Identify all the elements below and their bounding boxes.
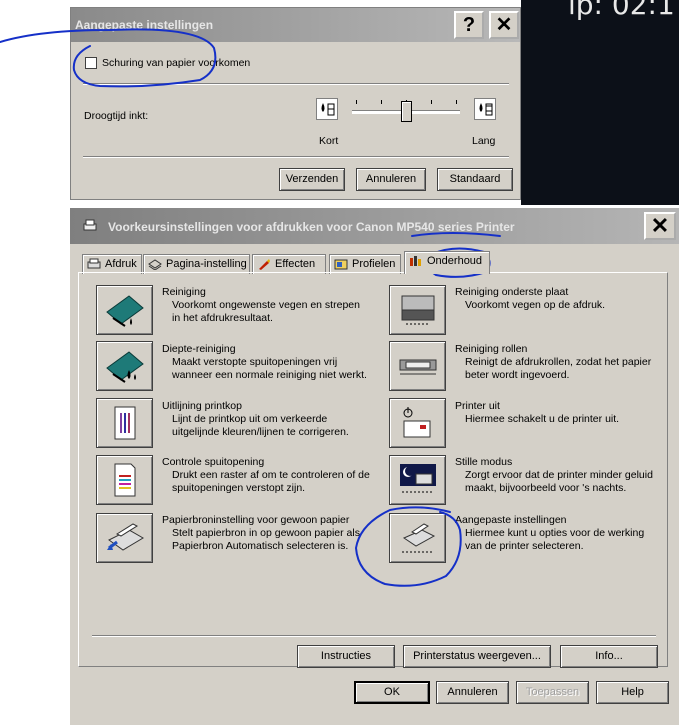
close-button[interactable]: ✕ — [644, 212, 676, 240]
alignment-desc-line2: uitgelijnde kleuren/lijnen te corrigeren… — [172, 426, 349, 438]
long-drying-icon — [474, 98, 496, 120]
cancel-button[interactable]: Annuleren — [436, 681, 509, 704]
cleaning-icon — [105, 295, 144, 327]
desktop-background — [521, 0, 679, 205]
alignment-desc-line1: Lijnt de printkop uit om verkeerde — [172, 413, 328, 425]
paper-source-desc-line1: Stelt papierbron in op gewoon papier als — [172, 527, 360, 539]
nozzle-check-desc-line2: spuitopeningen verstopt zijn. — [172, 482, 306, 494]
divider — [83, 83, 509, 85]
ink-drying-time-label: Droogtijd inkt: — [84, 110, 149, 122]
close-button[interactable]: ✕ — [489, 11, 519, 39]
tab-afdruk[interactable]: Afdruk — [82, 254, 142, 274]
slider-tick — [381, 100, 382, 104]
bottom-plate-cleaning-title: Reiniging onderste plaat — [455, 286, 569, 298]
drying-time-slider-thumb[interactable] — [401, 101, 412, 122]
maintenance-tab-icon — [409, 255, 423, 267]
bottom-plate-cleaning-desc-line1: Voorkomt vegen op de afdruk. — [465, 299, 606, 311]
divider — [83, 156, 509, 158]
quiet-mode-icon — [399, 464, 436, 493]
deep-cleaning-title: Diepte-reiniging — [162, 343, 236, 355]
quiet-mode-desc-line2: maakt, bijvoorbeeld voor 's nachts. — [465, 482, 627, 494]
print-head-alignment-button[interactable] — [96, 398, 153, 448]
roller-cleaning-title: Reiniging rollen — [455, 343, 528, 355]
roller-cleaning-desc-line1: Reinigt de afdrukrollen, zodat het papie… — [465, 356, 652, 368]
ok-button[interactable]: OK — [354, 681, 430, 704]
prevent-paper-abrasion-checkbox[interactable] — [85, 57, 97, 69]
default-button[interactable]: Standaard — [437, 168, 513, 191]
custom-settings-desc-line1: Hiermee kunt u opties voor de werking — [465, 527, 645, 539]
tab-effects[interactable]: Effecten — [252, 254, 326, 274]
quiet-mode-button[interactable] — [389, 455, 446, 505]
power-off-icon — [403, 407, 430, 438]
printing-preferences-title: Voorkeursinstellingen voor afdrukken voo… — [108, 220, 515, 234]
cleaning-title: Reiniging — [162, 286, 206, 298]
print-head-alignment-icon — [114, 406, 135, 440]
deep-cleaning-button[interactable] — [96, 341, 153, 391]
tab-label: Effecten — [275, 258, 316, 270]
power-off-desc-line1: Hiermee schakelt u de printer uit. — [465, 413, 620, 425]
slider-min-label: Kort — [319, 135, 339, 147]
custom-settings-title-bar: Aangepaste instellingen ? ✕ — [71, 8, 520, 42]
tab-maintenance[interactable]: Onderhoud — [404, 251, 490, 274]
slider-tick — [356, 100, 357, 104]
cleaning-desc-line2: in het afdrukresultaat. — [172, 312, 273, 324]
cleaning-desc-line1: Voorkomt ongewenste vegen en strepen — [172, 299, 360, 311]
help-button[interactable]: Help — [596, 681, 669, 704]
info-button[interactable]: Info... — [560, 645, 658, 668]
printer-icon — [82, 218, 98, 237]
nozzle-check-icon — [114, 463, 135, 497]
help-button[interactable]: ? — [454, 11, 484, 39]
nozzle-check-desc-line1: Drukt een raster af om te controleren of… — [172, 469, 370, 481]
roller-cleaning-desc-line2: beter wordt ingevoerd. — [465, 369, 570, 381]
power-off-title: Printer uit — [455, 400, 500, 412]
print-tab-icon — [87, 258, 101, 270]
slider-tick — [431, 100, 432, 104]
effects-tab-icon — [257, 258, 271, 271]
printer-status-button[interactable]: Printerstatus weergeven... — [403, 645, 551, 668]
power-off-button[interactable] — [389, 398, 446, 448]
quiet-mode-desc-line1: Zorgt ervoor dat de printer minder gelui… — [465, 469, 653, 481]
tab-label: Pagina-instelling — [166, 258, 247, 270]
page-setup-tab-icon — [148, 258, 162, 271]
divider — [92, 635, 656, 637]
paper-source-desc-line2: Papierbron Automatisch selecteren is. — [172, 540, 349, 552]
tab-page-setup[interactable]: Pagina-instelling — [143, 254, 250, 274]
roller-cleaning-button[interactable] — [389, 341, 446, 391]
bottom-plate-cleaning-button[interactable] — [389, 285, 446, 335]
quiet-mode-title: Stille modus — [455, 456, 513, 468]
alignment-title: Uitlijning printkop — [162, 400, 242, 412]
roller-cleaning-icon — [399, 359, 436, 375]
custom-settings-dialog: Aangepaste instellingen ? ✕ Schuring van… — [70, 7, 521, 200]
apply-button[interactable]: Toepassen — [516, 681, 589, 704]
profiles-tab-icon — [334, 258, 348, 270]
custom-settings-desc-line2: van de printer selecteren. — [465, 540, 584, 552]
deep-cleaning-icon — [105, 351, 144, 383]
tab-label: Onderhoud — [427, 255, 483, 267]
slider-tick — [456, 100, 457, 104]
custom-settings-button[interactable] — [389, 513, 446, 563]
nozzle-check-title: Controle spuitopening — [162, 456, 265, 468]
custom-settings-icon — [401, 523, 435, 553]
paper-source-button[interactable] — [96, 513, 153, 563]
tab-label: Profielen — [352, 258, 396, 270]
deep-cleaning-desc-line1: Maakt verstopte spuitopeningen vrij — [172, 356, 338, 368]
custom-settings-title: Aangepaste instellingen — [455, 514, 567, 526]
background-ip-text: ip: 02:1 — [568, 0, 675, 21]
prevent-paper-abrasion-label: Schuring van papier voorkomen — [102, 57, 251, 69]
printing-preferences-title-bar: Voorkeursinstellingen voor afdrukken voo… — [70, 208, 679, 244]
tab-label: Afdruk — [105, 258, 137, 270]
cancel-button[interactable]: Annuleren — [356, 168, 426, 191]
slider-max-label: Lang — [472, 135, 496, 147]
send-button[interactable]: Verzenden — [279, 168, 345, 191]
custom-settings-title: Aangepaste instellingen — [75, 18, 214, 32]
bottom-plate-cleaning-icon — [401, 295, 434, 325]
cleaning-button[interactable] — [96, 285, 153, 335]
deep-cleaning-desc-line2: wanneer een normale reiniging niet werkt… — [172, 369, 367, 381]
instructions-button[interactable]: Instructies — [297, 645, 395, 668]
short-drying-icon — [316, 98, 338, 120]
tab-profiles[interactable]: Profielen — [329, 254, 401, 274]
paper-source-icon — [106, 523, 144, 551]
paper-source-title: Papierbroninstelling voor gewoon papier — [162, 514, 350, 526]
nozzle-check-button[interactable] — [96, 455, 153, 505]
